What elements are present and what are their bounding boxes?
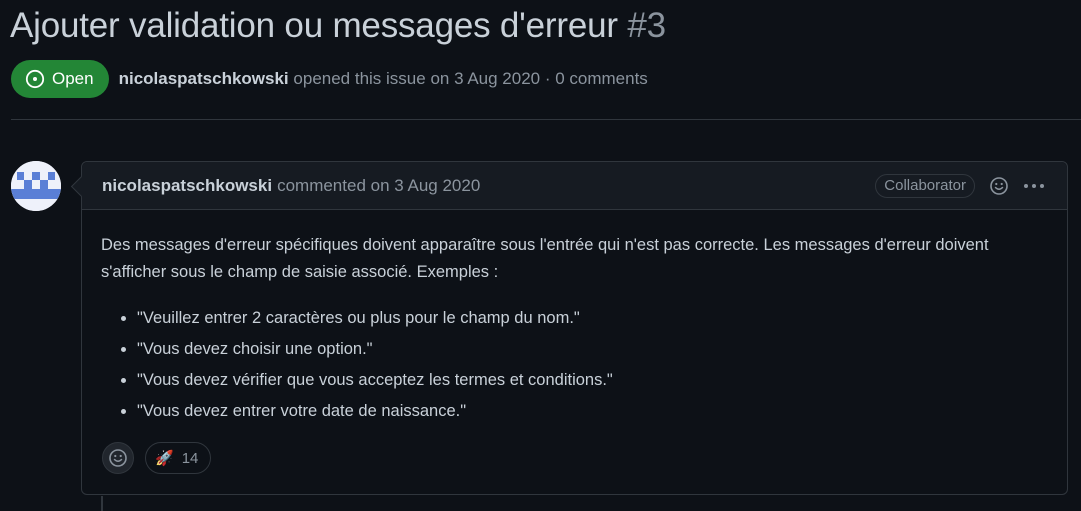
issue-title: Ajouter validation ou messages d'erreur …: [10, 6, 666, 46]
issue-author-link[interactable]: nicolaspatschkowski: [119, 69, 289, 88]
issue-meta: Open nicolaspatschkowski opened this iss…: [11, 60, 648, 98]
list-item: "Veuillez entrer 2 caractères ou plus po…: [137, 303, 1047, 334]
issue-number: #3: [627, 6, 666, 45]
collaborator-badge: Collaborator: [875, 174, 975, 198]
list-item: "Vous devez vérifier que vous acceptez l…: [137, 365, 1047, 396]
open-state-badge: Open: [11, 60, 109, 98]
rocket-reaction-button[interactable]: 🚀 14: [145, 442, 212, 474]
identicon-image: [11, 161, 61, 211]
add-reaction-button[interactable]: [102, 442, 134, 474]
comment-body: Des messages d'erreur spécifiques doiven…: [82, 210, 1067, 427]
comment-card: nicolaspatschkowski commented on 3 Aug 2…: [81, 161, 1068, 495]
reaction-count: 14: [181, 449, 199, 467]
rocket-icon: 🚀: [155, 449, 174, 467]
comment-timestamp[interactable]: commented on 3 Aug 2020: [277, 176, 480, 196]
more-options-icon[interactable]: [1023, 176, 1045, 196]
issue-open-icon: [25, 69, 45, 89]
comment-author-link[interactable]: nicolaspatschkowski: [102, 176, 272, 196]
add-reaction-icon[interactable]: [989, 176, 1009, 196]
comment-header: nicolaspatschkowski commented on 3 Aug 2…: [82, 162, 1067, 210]
comment-paragraph: Des messages d'erreur spécifiques doiven…: [101, 236, 989, 281]
state-label: Open: [52, 69, 94, 88]
timeline-line: [101, 496, 103, 511]
smiley-icon: [109, 449, 127, 467]
list-item: "Vous devez entrer votre date de naissan…: [137, 396, 1047, 427]
opened-text: opened this issue on 3 Aug 2020 · 0 comm…: [293, 69, 648, 88]
avatar[interactable]: [11, 161, 61, 211]
comment-list: "Veuillez entrer 2 caractères ou plus po…: [101, 303, 1047, 427]
reactions-bar: 🚀 14: [102, 442, 212, 474]
header-divider: [11, 119, 1081, 120]
list-item: "Vous devez choisir une option.": [137, 334, 1047, 365]
issue-title-text: Ajouter validation ou messages d'erreur: [10, 6, 618, 45]
